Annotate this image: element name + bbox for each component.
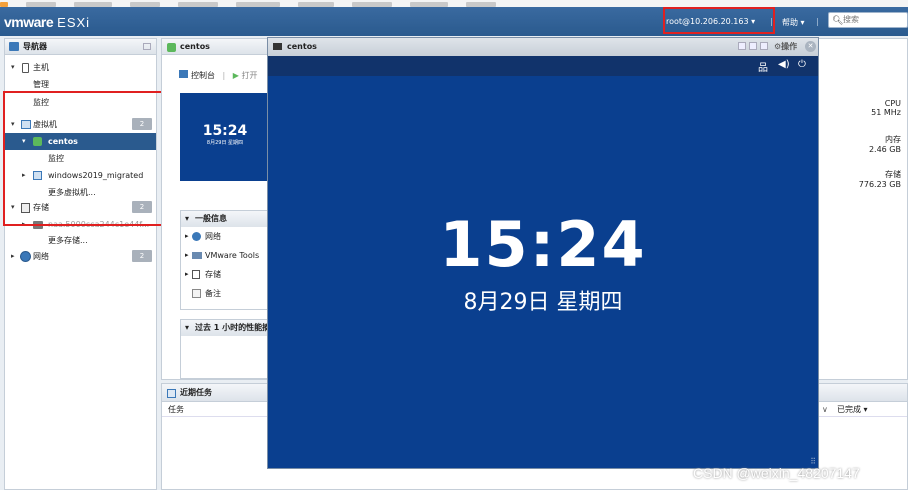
- caret-right-icon: ▸: [185, 251, 189, 259]
- network-globe-icon: [192, 232, 201, 241]
- storage-icon: [192, 270, 200, 279]
- general-info-row-network[interactable]: ▸ 网络: [181, 227, 269, 246]
- cpu-label: CPU: [884, 99, 901, 108]
- vmware-esxi-logo[interactable]: vmware ESXi: [4, 14, 90, 30]
- power-icon[interactable]: ⏻: [798, 59, 806, 70]
- navigator-title: 导航器: [23, 42, 47, 51]
- caret-right-icon[interactable]: ▸: [11, 248, 15, 265]
- nav-label-more-storage: 更多存储...: [48, 236, 88, 245]
- general-info-title: 一般信息: [195, 214, 227, 223]
- close-icon[interactable]: ✕: [805, 41, 816, 52]
- general-info-notes-label: 备注: [205, 289, 221, 298]
- nav-label-manage: 管理: [33, 80, 49, 89]
- recent-tasks-title: 近期任务: [180, 388, 212, 397]
- search-input[interactable]: 🔍︎ 搜索: [828, 12, 908, 28]
- search-placeholder: 搜索: [843, 15, 859, 24]
- console-button[interactable]: 控制台: [179, 70, 218, 80]
- lock-screen-clock: 15:24: [439, 208, 647, 281]
- memory-usage: 内存 2.46 GB: [869, 134, 901, 154]
- general-info-section: ▾ 一般信息 ▸ 网络 ▸ VMware Tools ▸ 存储 备注: [180, 210, 270, 310]
- storage-value: 776.23 GB: [858, 180, 901, 189]
- thumbnail-date: 8月29日 星期四: [206, 140, 244, 146]
- console-thumbnail[interactable]: 15:24 8月29日 星期四: [180, 93, 270, 181]
- logo-vmware-text: vmware: [4, 14, 54, 30]
- tab-centos-label: centos: [180, 42, 210, 51]
- general-info-row-storage[interactable]: ▸ 存储: [181, 265, 269, 284]
- caret-down-icon: ▾: [185, 323, 190, 332]
- vm-console-window[interactable]: centos ⚙操作 ✕ 品 ◀) ⏻ 15:24 8月29日 星期四 ⠿: [267, 37, 819, 469]
- nav-item-more-storage[interactable]: 更多存储...: [48, 232, 88, 249]
- storage-label: 存储: [885, 170, 901, 179]
- toolbar-separator: |: [222, 71, 226, 80]
- nav-label-host: 主机: [33, 63, 49, 72]
- network-icon[interactable]: 品: [758, 59, 768, 74]
- header-separator-2: |: [816, 17, 819, 26]
- nav-item-network[interactable]: ▸ 网络 2: [5, 248, 156, 265]
- network-globe-icon: [20, 251, 31, 262]
- caret-down-icon[interactable]: ▾: [11, 59, 15, 76]
- general-info-row-notes[interactable]: 备注: [181, 284, 269, 303]
- console-icon: [179, 70, 188, 78]
- cpu-usage: CPU 51 MHz: [871, 99, 901, 117]
- navigator-header: 导航器: [5, 39, 156, 55]
- console-button-label: 控制台: [191, 71, 215, 80]
- memory-value: 2.46 GB: [868, 145, 901, 154]
- general-info-row-vmtools[interactable]: ▸ VMware Tools: [181, 246, 269, 265]
- user-menu-label: root@10.206.20.163 ▾: [666, 17, 756, 26]
- tab-centos[interactable]: centos: [162, 39, 269, 55]
- general-info-storage-label: 存储: [205, 270, 221, 279]
- vm-toolbar: 控制台 | ▶ 打开: [179, 70, 258, 81]
- network-count-badge: 2: [132, 250, 152, 262]
- watermark-text: CSDN @weixin_48207147: [693, 465, 860, 481]
- vm-running-icon: [167, 43, 176, 52]
- browser-bookmarks-bar: [0, 0, 908, 7]
- power-on-label: 打开: [241, 71, 258, 80]
- nav-label-network: 网络: [33, 252, 49, 261]
- performance-section: ▾ 过去 1 小时的性能摘要: [180, 319, 278, 379]
- general-info-header[interactable]: ▾ 一般信息: [181, 211, 269, 227]
- column-completed[interactable]: 已完成 ▾: [837, 402, 868, 417]
- restore-icon[interactable]: [749, 42, 757, 50]
- caret-right-icon: ▸: [185, 270, 189, 278]
- general-info-vmtools-label: VMware Tools: [205, 251, 260, 260]
- memory-label: 内存: [885, 135, 901, 144]
- maximize-icon[interactable]: [760, 42, 768, 50]
- console-title-bar[interactable]: centos ⚙操作 ✕: [268, 38, 818, 56]
- notes-icon: [192, 289, 201, 298]
- nav-item-host[interactable]: ▾ 主机: [5, 59, 156, 76]
- help-menu[interactable]: 帮助 ▾: [782, 17, 805, 28]
- navigator-icon: [9, 42, 19, 51]
- header-separator: |: [770, 17, 773, 26]
- search-icon: 🔍︎: [832, 16, 844, 26]
- console-actions-label: 操作: [781, 42, 798, 51]
- column-filter-icon[interactable]: ∨: [822, 402, 828, 417]
- performance-header[interactable]: ▾ 过去 1 小时的性能摘要: [181, 320, 278, 336]
- lock-screen-date: 8月29日 星期四: [463, 290, 623, 315]
- thumbnail-time: 15:24: [202, 123, 248, 139]
- logo-product-text: ESXi: [57, 15, 91, 30]
- play-icon: ▶: [232, 71, 239, 80]
- vmware-tools-icon: [192, 252, 202, 259]
- performance-title: 过去 1 小时的性能摘要: [195, 323, 279, 332]
- cpu-value: 51 MHz: [871, 108, 901, 117]
- collapse-icon[interactable]: [143, 43, 151, 50]
- console-actions-menu[interactable]: ⚙操作: [774, 38, 797, 56]
- console-title: centos: [287, 42, 317, 51]
- console-window-icon: [273, 43, 282, 50]
- host-icon: [22, 63, 29, 73]
- navigator-highlight-box: [3, 91, 166, 226]
- volume-icon[interactable]: ◀): [778, 59, 790, 70]
- caret-right-icon: ▸: [185, 232, 189, 240]
- storage-usage: 存储 776.23 GB: [859, 169, 901, 189]
- power-on-button[interactable]: ▶ 打开: [233, 71, 258, 80]
- tasks-icon: [167, 389, 176, 398]
- column-task[interactable]: 任务: [168, 405, 184, 414]
- user-menu[interactable]: root@10.206.20.163 ▾: [666, 17, 755, 26]
- console-status-bar: 品 ◀) ⏻: [268, 56, 818, 76]
- minimize-icon[interactable]: [738, 42, 746, 50]
- help-menu-label: 帮助 ▾: [782, 18, 805, 27]
- general-info-network-label: 网络: [205, 232, 221, 241]
- caret-down-icon: ▾: [185, 214, 190, 223]
